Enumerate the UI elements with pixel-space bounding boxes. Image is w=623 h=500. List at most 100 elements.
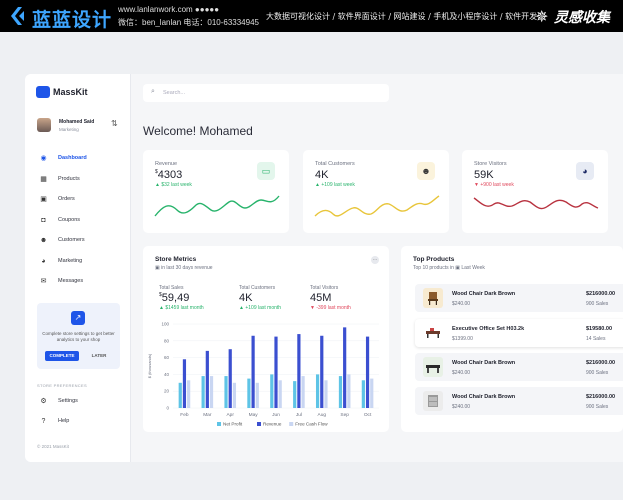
profile-role: Marketing <box>59 127 79 132</box>
avatar <box>37 118 51 132</box>
more-options-icon[interactable]: ⋯ <box>371 256 379 264</box>
legend-label: Free Cash Flow <box>295 422 328 427</box>
legend-swatch <box>257 422 261 426</box>
banner-services: 大数据可视化设计 / 软件界面设计 / 网站建设 / 手机及小程序设计 / 软件… <box>266 12 538 21</box>
customers-icon: ☻ <box>417 162 435 180</box>
sidebar-item-dashboard[interactable]: ◉ Dashboard <box>25 152 131 166</box>
list-item[interactable]: Wood Chair Dark Brown $240.00 $216000.00… <box>415 387 623 415</box>
stat-value: $4303 <box>155 169 182 181</box>
sidebar-item-settings[interactable]: ⚙ Settings <box>25 395 131 409</box>
dashboard-icon: ◉ <box>40 155 47 162</box>
x-tick-label: May <box>249 412 259 418</box>
bar-revenue <box>251 335 255 408</box>
bar-net-profit <box>224 376 228 408</box>
bar-revenue <box>343 327 347 408</box>
orders-icon: ▣ <box>40 196 47 203</box>
search-bar: ⌕ <box>143 84 389 102</box>
page-title: Welcome! Mohamed <box>143 124 253 138</box>
bar-free-cash-flow <box>255 382 259 408</box>
x-tick-label: Sep <box>340 412 349 418</box>
product-sales: 14 Sales <box>586 336 606 342</box>
complete-button[interactable]: COMPLETE <box>45 351 79 361</box>
sidebar-item-orders[interactable]: ▣ Orders <box>25 193 131 207</box>
sidebar: MassKit Mohamed Said Marketing ⇅ ◉ Dashb… <box>25 74 131 462</box>
sidebar-item-messages[interactable]: ✉ Messages <box>25 275 131 289</box>
profile-name: Mohamed Said <box>59 119 95 125</box>
bar-free-cash-flow <box>209 376 214 408</box>
bar-net-profit <box>270 374 274 408</box>
metric-change: ▼ -399 last month <box>310 305 351 311</box>
sidebar-item-products[interactable]: ▦ Products <box>25 173 131 187</box>
stat-value: 59K <box>474 169 494 181</box>
x-tick-label: Jul <box>296 412 302 418</box>
bar-revenue <box>182 359 187 408</box>
coupons-icon: ◘ <box>41 217 46 224</box>
x-tick-label: Feb <box>180 412 189 418</box>
product-price: $240.00 <box>452 370 471 376</box>
sidebar-item-label: Settings <box>58 398 78 404</box>
products-icon: ▦ <box>40 176 47 183</box>
bar-net-profit <box>247 378 251 408</box>
metric-number: 59,49 <box>161 292 190 304</box>
sidebar-item-marketing[interactable]: ◕ Marketing <box>25 255 131 269</box>
metric-value: 45M <box>310 292 331 304</box>
product-total: $216000.00 <box>586 291 616 297</box>
product-sales: 900 Sales <box>586 370 609 376</box>
metric-value: $59,49 <box>159 292 189 304</box>
bar-free-cash-flow <box>232 382 237 408</box>
later-button[interactable]: LATER <box>87 351 111 361</box>
y-tick-label: 40 <box>164 372 170 377</box>
x-tick-label: Jun <box>272 412 280 418</box>
profile-switcher[interactable]: Mohamed Said Marketing ⇅ <box>33 116 123 138</box>
stat-number: 59K <box>474 169 494 181</box>
sidebar-item-label: Products <box>58 176 80 182</box>
product-total: $216000.00 <box>586 360 616 366</box>
metric-label: Total Sales <box>159 285 184 291</box>
customers-sparkline <box>314 195 440 217</box>
bar-revenue <box>274 336 278 408</box>
cabinet-thumbnail-icon <box>423 391 443 411</box>
stat-change: ▲ +109 last week <box>315 182 355 188</box>
bar-free-cash-flow <box>370 378 374 408</box>
period-select[interactable]: ▣ Last Week <box>455 265 485 271</box>
search-input[interactable] <box>163 88 363 98</box>
list-item[interactable]: Wood Chair Dark Brown $240.00 $216000.00… <box>415 353 623 381</box>
bar-revenue <box>320 335 324 408</box>
product-name: Wood Chair Dark Brown <box>452 360 516 366</box>
y-axis-label: $ (thousands) <box>147 353 152 378</box>
bar-free-cash-flow <box>187 380 191 408</box>
x-tick-label: Apr <box>226 412 234 418</box>
product-sales: 900 Sales <box>586 301 609 307</box>
sidebar-item-label: Messages <box>58 278 84 284</box>
switch-account-icon[interactable]: ⇅ <box>111 119 118 128</box>
bar-revenue <box>365 336 370 408</box>
stat-change: ▲ $32 last week <box>155 182 192 188</box>
watermark-banner: 蓝蓝设计 www.lanlanwork.com ●●●●● 微信：ben_lan… <box>0 0 623 32</box>
sidebar-item-help[interactable]: ? Help <box>25 415 131 429</box>
promo-text: Complete store settings to get better an… <box>42 331 115 342</box>
bar-net-profit <box>178 382 182 408</box>
copyright: © 2021 MassKit <box>37 444 69 449</box>
list-item[interactable]: Executive Office Set H03.2k $1399.00 $19… <box>415 319 623 347</box>
product-price: $240.00 <box>452 404 471 410</box>
sidebar-item-coupons[interactable]: ◘ Coupons <box>25 214 131 228</box>
x-tick-label: Oct <box>364 412 372 418</box>
list-item[interactable]: Wood Chair Dark Brown $240.00 $216000.00… <box>415 284 623 312</box>
pie-chart-icon: ◕ <box>576 162 594 180</box>
x-tick-label: Mar <box>203 412 212 418</box>
top-products-subtitle: Top 10 products in ▣ Last Week <box>413 265 485 271</box>
app-logo-icon <box>36 86 50 98</box>
app-name: MassKit <box>53 87 88 97</box>
metric-change: ▲ $1459 last month <box>159 305 204 311</box>
bar-net-profit <box>361 380 365 408</box>
bar-free-cash-flow <box>324 380 328 408</box>
bar-net-profit <box>293 381 297 408</box>
sidebar-item-label: Marketing <box>58 258 83 264</box>
product-name: Executive Office Set H03.2k <box>452 326 525 332</box>
lanlan-logo-icon <box>11 7 24 25</box>
sidebar-item-label: Customers <box>58 237 85 243</box>
bar-free-cash-flow <box>278 380 282 408</box>
sidebar-item-customers[interactable]: ☻ Customers <box>25 234 131 248</box>
product-price: $240.00 <box>452 301 471 307</box>
period-label: Last Week <box>461 265 485 271</box>
